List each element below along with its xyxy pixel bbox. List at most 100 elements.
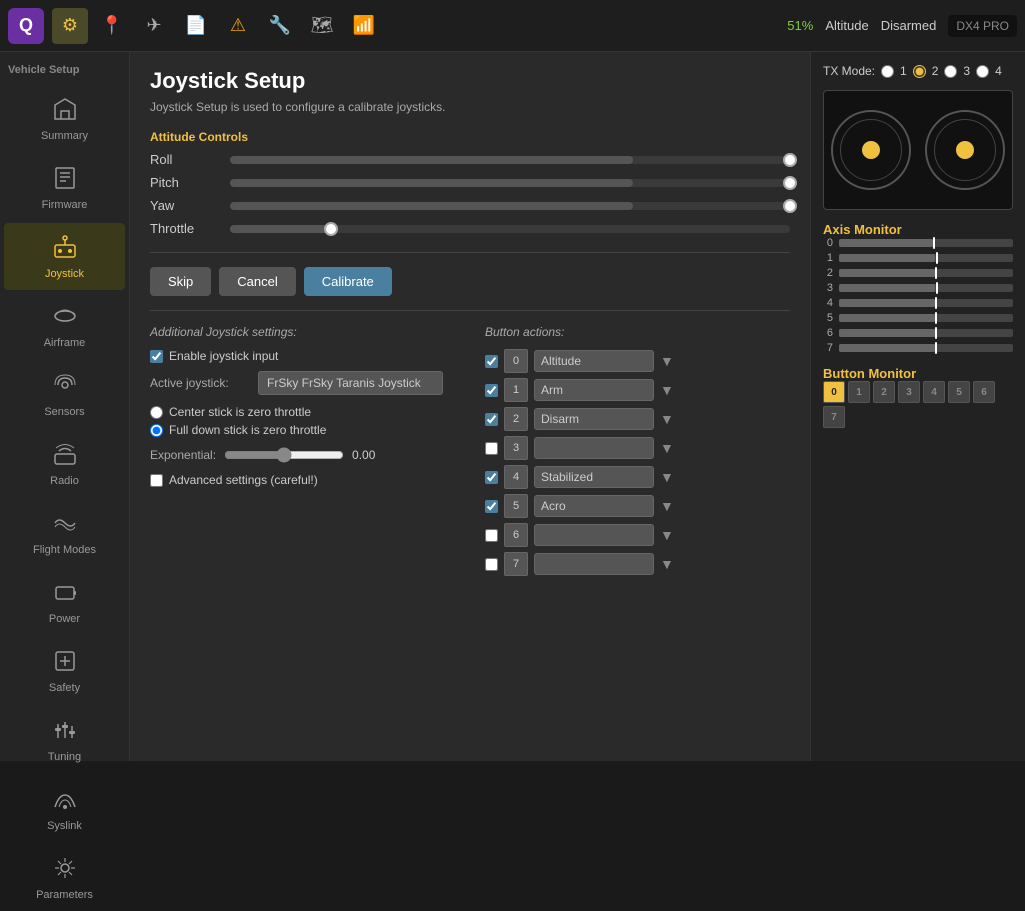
btn-action-5-check[interactable]	[485, 500, 498, 513]
tx-mode-2-label[interactable]: 2	[932, 64, 939, 78]
btn-action-5-select[interactable]: AcroAltitudeArmDisarmStabilized	[534, 495, 654, 517]
btn-action-6-check[interactable]	[485, 529, 498, 542]
btn-action-1-check[interactable]	[485, 384, 498, 397]
sidebar-item-label: Firmware	[42, 199, 88, 211]
tx-mode-4-radio[interactable]	[976, 65, 989, 78]
settings-icon[interactable]: ⚙	[52, 8, 88, 44]
btn-action-7-chevron: ▼	[660, 556, 674, 572]
axis-bar-0	[839, 239, 1013, 247]
btn-mon-2: 2	[873, 381, 895, 403]
fulldown-throttle-label[interactable]: Full down stick is zero throttle	[169, 423, 326, 437]
pitch-slider[interactable]	[230, 179, 790, 187]
main-layout: Vehicle Setup Summary Firmware	[0, 52, 1025, 761]
sidebar-item-tuning[interactable]: Tuning	[4, 706, 125, 773]
enable-joystick-row: Enable joystick input	[150, 349, 455, 363]
btn-action-4-check[interactable]	[485, 471, 498, 484]
joystick-pad-right	[925, 110, 1005, 190]
yaw-slider[interactable]	[230, 202, 790, 210]
log-icon[interactable]: 📄	[178, 8, 214, 44]
location-icon[interactable]: 📍	[94, 8, 130, 44]
parameters-icon	[51, 854, 79, 885]
sidebar-item-parameters[interactable]: Parameters	[4, 844, 125, 911]
sidebar-item-label: Safety	[49, 682, 80, 694]
enable-joystick-label[interactable]: Enable joystick input	[169, 349, 278, 363]
tx-mode-1-label[interactable]: 1	[900, 64, 907, 78]
btn-action-2-select[interactable]: DisarmAltitudeArmStabilizedAcro	[534, 408, 654, 430]
fulldown-throttle-radio[interactable]	[150, 424, 163, 437]
btn-action-2-chevron: ▼	[660, 411, 674, 427]
sidebar-item-summary[interactable]: Summary	[4, 85, 125, 152]
tx-mode-3-label[interactable]: 3	[963, 64, 970, 78]
yaw-label: Yaw	[150, 198, 230, 213]
joystick-dot-right	[956, 141, 974, 159]
tx-mode-3-radio[interactable]	[944, 65, 957, 78]
calibrate-button[interactable]: Calibrate	[304, 267, 392, 296]
signal-icon[interactable]: 📶	[346, 8, 382, 44]
axis-num-3: 3	[823, 282, 833, 294]
axis-row-0: 0	[823, 237, 1013, 249]
wrench-icon[interactable]: 🔧	[262, 8, 298, 44]
axis-bar-6	[839, 329, 1013, 337]
button-actions-title: Button actions:	[485, 325, 790, 339]
joystick-icon	[51, 233, 79, 264]
btn-action-7-select[interactable]: AltitudeArmDisarm	[534, 553, 654, 575]
advanced-settings-label[interactable]: Advanced settings (careful!)	[169, 473, 318, 487]
map-icon[interactable]: 🗺	[304, 8, 340, 44]
tx-mode-1-radio[interactable]	[881, 65, 894, 78]
cancel-button[interactable]: Cancel	[219, 267, 295, 296]
roll-slider[interactable]	[230, 156, 790, 164]
syslink-icon	[51, 785, 79, 816]
btn-action-2-check[interactable]	[485, 413, 498, 426]
btn-action-0-select[interactable]: AltitudeArmDisarmStabilizedAcro	[534, 350, 654, 372]
center-throttle-row: Center stick is zero throttle	[150, 405, 455, 419]
warning-icon[interactable]: ⚠	[220, 8, 256, 44]
sidebar-item-joystick[interactable]: Joystick	[4, 223, 125, 290]
btn-action-3-select[interactable]: AltitudeArmDisarm	[534, 437, 654, 459]
btn-action-6-select[interactable]: AltitudeArmDisarm	[534, 524, 654, 546]
sidebar-item-label: Syslink	[47, 820, 82, 832]
sidebar-item-airframe[interactable]: Airframe	[4, 292, 125, 359]
btn-action-0-check[interactable]	[485, 355, 498, 368]
brand-logo: DX4 PRO	[948, 15, 1017, 37]
advanced-settings-checkbox[interactable]	[150, 474, 163, 487]
additional-settings-title: Additional Joystick settings:	[150, 325, 455, 339]
axis-num-7: 7	[823, 342, 833, 354]
attitude-controls: Roll Pitch Yaw	[150, 152, 790, 236]
sidebar-item-sensors[interactable]: Sensors	[4, 361, 125, 428]
tx-mode-2-radio[interactable]	[913, 65, 926, 78]
btn-mon-6: 6	[973, 381, 995, 403]
btn-action-3-chevron: ▼	[660, 440, 674, 456]
throttle-row: Throttle	[150, 221, 790, 236]
axis-row-4: 4	[823, 297, 1013, 309]
center-throttle-label[interactable]: Center stick is zero throttle	[169, 405, 311, 419]
skip-button[interactable]: Skip	[150, 267, 211, 296]
sidebar-item-radio[interactable]: Radio	[4, 430, 125, 497]
sidebar-item-power[interactable]: Power	[4, 568, 125, 635]
app-logo[interactable]: Q	[8, 8, 44, 44]
axis-monitor: Axis Monitor 0 1 2	[823, 222, 1013, 354]
roll-label: Roll	[150, 152, 230, 167]
exponential-slider[interactable]	[224, 447, 344, 463]
btn-action-4-select[interactable]: StabilizedAltitudeArmDisarmAcro	[534, 466, 654, 488]
btn-action-1-chevron: ▼	[660, 382, 674, 398]
axis-row-2: 2	[823, 267, 1013, 279]
sidebar-item-firmware[interactable]: Firmware	[4, 154, 125, 221]
btn-action-1-select[interactable]: ArmAltitudeDisarmStabilizedAcro	[534, 379, 654, 401]
tx-mode-4-label[interactable]: 4	[995, 64, 1002, 78]
axis-num-5: 5	[823, 312, 833, 324]
sidebar-item-label: Sensors	[44, 406, 84, 418]
sidebar-item-safety[interactable]: Safety	[4, 637, 125, 704]
axis-num-2: 2	[823, 267, 833, 279]
btn-action-3-check[interactable]	[485, 442, 498, 455]
axis-row-6: 6	[823, 327, 1013, 339]
btn-action-4-num: 4	[504, 465, 528, 489]
send-icon[interactable]: ✈	[136, 8, 172, 44]
active-joystick-select[interactable]: FrSky FrSky Taranis Joystick	[258, 371, 443, 395]
throttle-slider[interactable]	[230, 225, 790, 233]
sidebar-item-syslink[interactable]: Syslink	[4, 775, 125, 842]
enable-joystick-checkbox[interactable]	[150, 350, 163, 363]
radio-icon	[51, 440, 79, 471]
sidebar-item-flightmodes[interactable]: Flight Modes	[4, 499, 125, 566]
btn-action-7-check[interactable]	[485, 558, 498, 571]
center-throttle-radio[interactable]	[150, 406, 163, 419]
